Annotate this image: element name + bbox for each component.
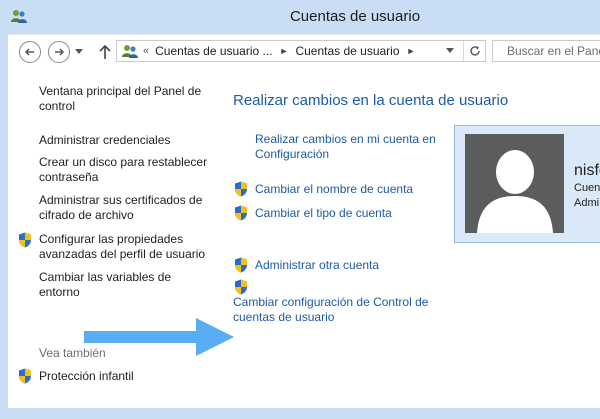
left-link-encryption-certificates[interactable]: Administrar sus certificados de cifrado … [39,193,214,223]
search-input[interactable]: Buscar en el Panel de control [492,40,600,62]
uac-shield-icon [235,181,247,197]
task-manage-another-account[interactable]: Administrar otra cuenta [255,258,379,273]
page-title: Realizar cambios en la cuenta de usuario [233,92,509,109]
task-change-uac-settings[interactable]: Cambiar configuración de Control de cuen… [233,295,448,325]
window-title: Cuentas de usuario [289,8,421,25]
chevron-down-icon [446,48,454,53]
window-frame: Cuentas de usuario « Cuentas de usuario … [0,0,600,419]
back-button[interactable] [19,41,41,63]
account-type-line: Cuen [574,182,600,194]
uac-shield-icon [235,279,247,295]
uac-shield-icon [235,205,247,221]
left-link-password-reset-disk[interactable]: Crear un disco para restablecer contrase… [39,155,214,185]
arrow-left-icon [24,48,34,56]
refresh-icon [469,46,480,56]
window-bottom-border [0,408,600,419]
left-pane: Ventana principal del Panel de control A… [8,68,218,419]
refresh-button[interactable] [463,41,485,61]
task-change-account-in-settings[interactable]: Realizar cambios en mi cuenta en Configu… [255,132,450,162]
left-link-advanced-profile-properties[interactable]: Configurar las propiedades avanzadas del… [39,232,217,262]
task-change-account-name[interactable]: Cambiar el nombre de cuenta [255,182,413,197]
address-history-dropdown[interactable] [441,42,459,60]
content-area: Ventana principal del Panel de control A… [8,68,600,419]
title-bar: Cuentas de usuario [0,0,600,34]
uac-shield-icon [235,257,247,273]
avatar [465,134,564,233]
left-link-control-panel-home[interactable]: Ventana principal del Panel de control [39,84,214,114]
user-silhouette-icon [477,150,553,233]
task-change-account-type[interactable]: Cambiar el tipo de cuenta [255,206,392,221]
account-card[interactable]: nisfe Cuen Admi [454,125,600,243]
address-bar[interactable]: « Cuentas de usuario ... ► Cuentas de us… [116,40,486,62]
up-arrow-icon[interactable] [98,44,112,60]
recent-locations-chevron-icon[interactable] [75,49,83,55]
pointer-arrow-icon [84,318,234,356]
left-link-environment-variables[interactable]: Cambiar las variables de entorno [39,270,214,300]
navigation-bar: « Cuentas de usuario ... ► Cuentas de us… [8,34,600,68]
breadcrumb-segment[interactable]: Cuentas de usuario [295,44,399,58]
account-type-line: Admi [574,197,600,209]
uac-shield-icon [19,368,31,384]
arrow-right-icon [55,48,65,56]
breadcrumb-separator-icon[interactable]: ► [407,46,416,56]
left-link-manage-credentials[interactable]: Administrar credenciales [39,133,214,148]
control-panel-icon [122,45,138,58]
breadcrumb-segment[interactable]: Cuentas de usuario ... [155,44,272,58]
account-name: nisfe [574,162,600,179]
uac-shield-icon [19,232,31,248]
forward-button[interactable] [48,41,70,63]
left-link-family-safety[interactable]: Protección infantil [39,369,214,384]
breadcrumb-overflow[interactable]: « [143,45,149,57]
breadcrumb-separator-icon[interactable]: ► [280,46,289,56]
